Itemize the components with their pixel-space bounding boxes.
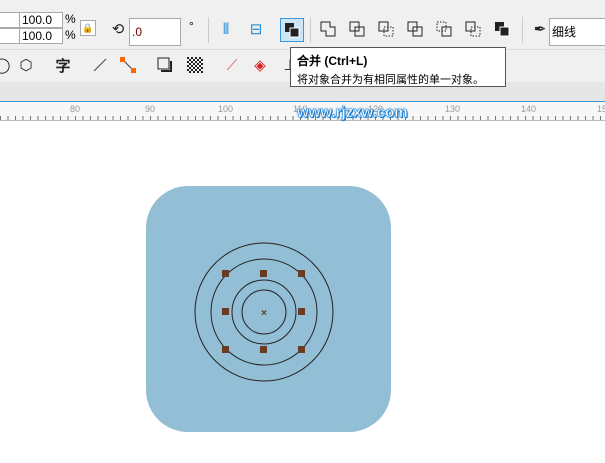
selection-handle[interactable]: [298, 346, 305, 353]
selection-handle[interactable]: [298, 270, 305, 277]
selection-handle[interactable]: [298, 308, 305, 315]
selection-handle[interactable]: [222, 346, 229, 353]
tooltip: 合并 (Ctrl+L) 将对象合并为有相同属性的单一对象。: [290, 47, 506, 87]
selection-handle[interactable]: [222, 308, 229, 315]
tooltip-description: 将对象合并为有相同属性的单一对象。: [297, 74, 484, 86]
center-mark-icon: ×: [261, 308, 267, 319]
selection-handle[interactable]: [222, 270, 229, 277]
selection-handle[interactable]: [260, 346, 267, 353]
tooltip-title: 合并 (Ctrl+L): [297, 54, 368, 68]
selection-handle[interactable]: [260, 270, 267, 277]
